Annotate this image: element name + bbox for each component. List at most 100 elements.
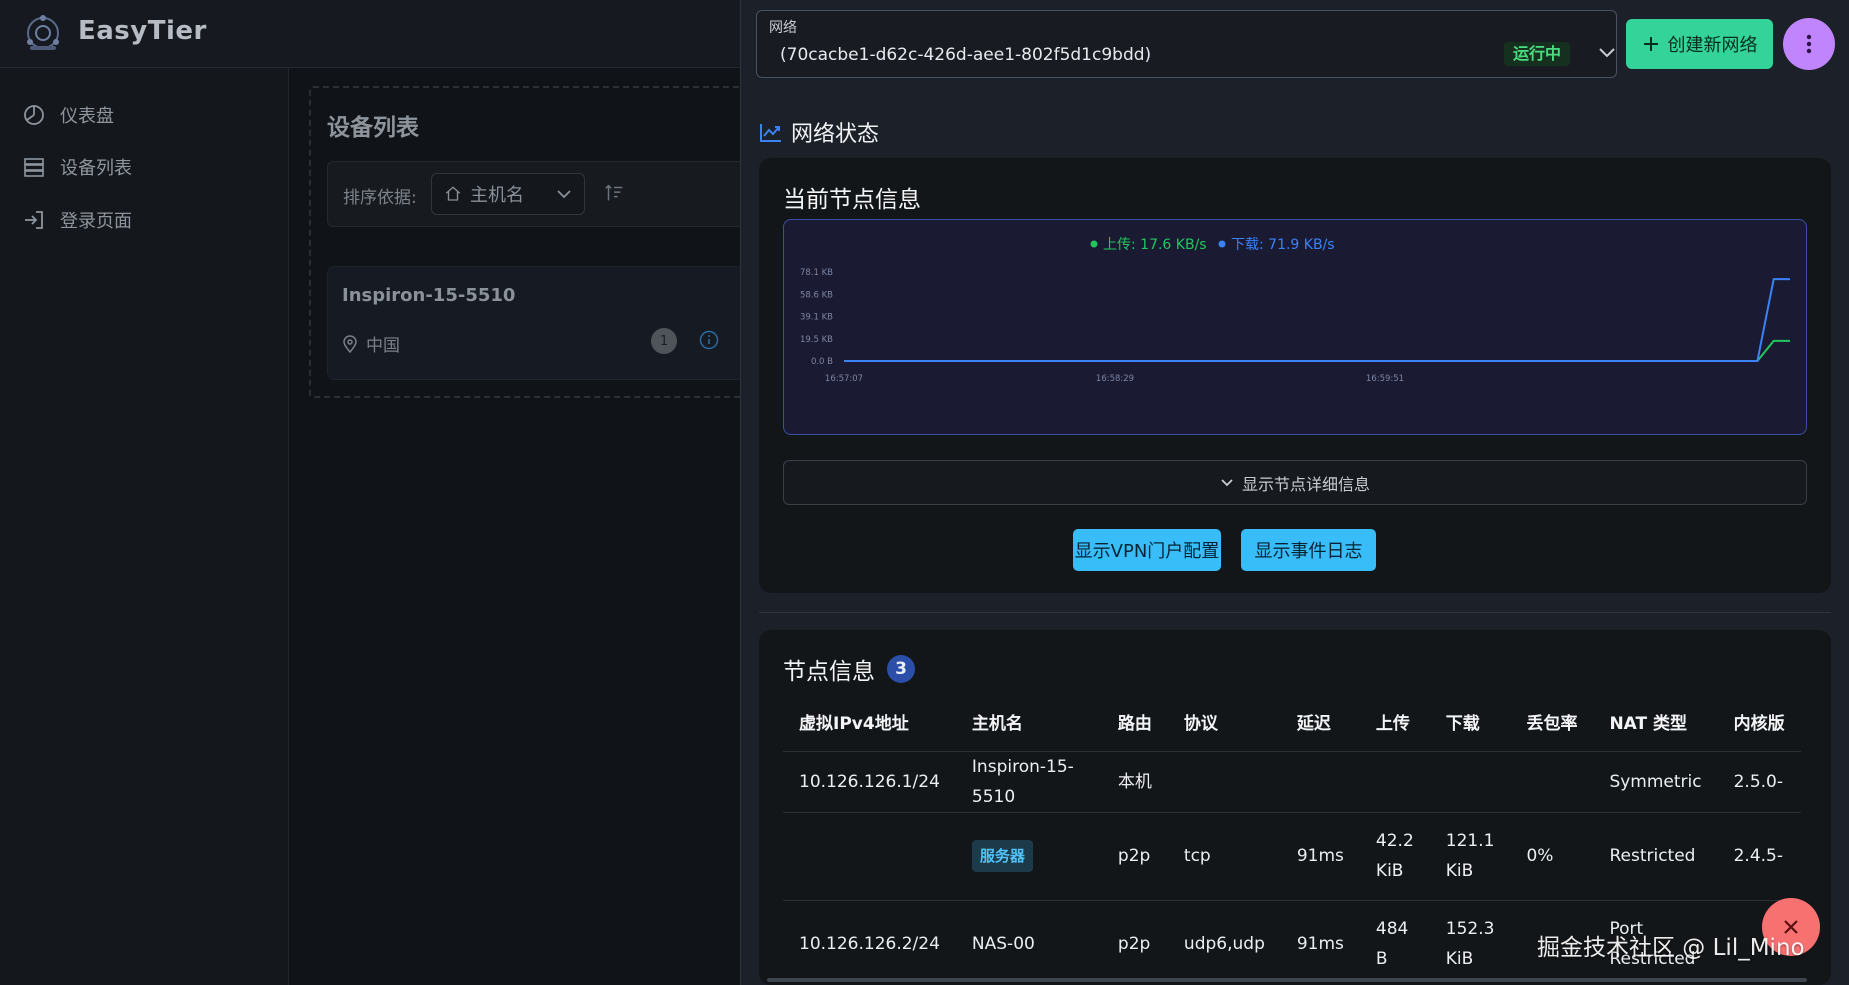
location-text: 中国 <box>366 336 400 356</box>
cell-download: 121.1 KiB <box>1429 812 1511 901</box>
cell-hostname: 服务器 <box>955 812 1102 901</box>
traffic-chart-svg: 上传: 17.6 KB/s 下载: 71.9 KB/s 78.1 KB 58.6 KB… <box>800 237 1790 384</box>
cell-upload <box>1359 751 1430 813</box>
more-menu-button[interactable] <box>1783 18 1835 70</box>
download-series-line <box>844 278 1790 362</box>
column-header[interactable]: 主机名 <box>955 693 1102 752</box>
sort-select[interactable]: 主机名 <box>431 173 585 215</box>
traffic-chart: 上传: 17.6 KB/s 下载: 71.9 KB/s 78.1 KB 58.6 KB… <box>783 219 1807 435</box>
create-network-button[interactable]: 创建新网络 <box>1626 19 1773 69</box>
divider <box>759 612 1831 613</box>
cell-download <box>1429 751 1511 813</box>
legend-label: 下载: 71.9 KB/s <box>1231 237 1335 253</box>
card-title: 节点信息 <box>783 659 875 685</box>
show-node-details-label: 显示节点详细信息 <box>1241 474 1370 494</box>
column-header[interactable]: 上传 <box>1359 693 1430 752</box>
column-header[interactable]: 下载 <box>1429 693 1511 752</box>
network-select-value: (70cacbe1-d62c-426d-aee1-802f5d1c9bdd) <box>780 45 1152 65</box>
sidebar-item-login[interactable]: 登录页面 <box>22 205 132 235</box>
table-header-row: 虚拟IPv4地址 主机名 路由 协议 延迟 上传 下载 丢包率 NAT 类型 内… <box>783 693 1801 752</box>
sidebar-item-label: 仪表盘 <box>60 106 114 127</box>
cell-ipv4: 10.126.126.1/24 <box>783 751 956 813</box>
sidebar-item-label: 设备列表 <box>60 158 132 179</box>
y-tick-label: 0.0 B <box>811 357 833 367</box>
cell-hostname: NAS-00 <box>955 900 1102 985</box>
cell-route: p2p <box>1101 900 1168 985</box>
horizontal-scrollbar[interactable] <box>767 978 1807 982</box>
chevron-down-icon <box>1221 478 1233 486</box>
device-card[interactable]: Inspiron-15-5510 中国 1 <box>327 266 747 380</box>
home-icon <box>445 186 461 201</box>
column-header[interactable]: 协议 <box>1167 693 1281 752</box>
column-header[interactable]: NAT 类型 <box>1593 693 1718 752</box>
column-header[interactable]: 路由 <box>1101 693 1168 752</box>
x-tick-label: 16:57:07 <box>825 374 863 384</box>
column-header[interactable]: 丢包率 <box>1510 693 1594 752</box>
easytier-logo <box>27 15 59 50</box>
sort-value: 主机名 <box>470 185 524 206</box>
location-pin-icon <box>343 334 357 353</box>
cell-ipv4 <box>783 812 956 901</box>
cell-loss-rate <box>1510 751 1594 813</box>
column-header[interactable]: 延迟 <box>1280 693 1360 752</box>
sort-toolbar: 排序依据: 主机名 <box>327 161 747 227</box>
page-title: 设备列表 <box>327 115 419 141</box>
cell-download: 152.3 KiB <box>1429 900 1511 985</box>
watermark: 掘金技术社区 @ Lil_Mino <box>1537 935 1805 961</box>
sidebar-item-dashboard[interactable]: 仪表盘 <box>22 100 114 130</box>
x-tick-label: 16:58:29 <box>1096 374 1134 384</box>
legend-label: 上传: 17.6 KB/s <box>1103 237 1207 253</box>
cell-protocol: udp6,udp <box>1167 900 1281 985</box>
card-title: 当前节点信息 <box>783 187 921 213</box>
app-header: EasyTier <box>0 0 740 68</box>
y-tick-label: 39.1 KB <box>800 313 833 323</box>
section-title-text: 网络状态 <box>791 122 880 147</box>
cell-version: 2.4.5- <box>1717 812 1801 901</box>
cell-ipv4: 10.126.126.2/24 <box>783 900 956 985</box>
device-location: 中国 <box>342 331 400 356</box>
table-row[interactable]: 服务器 p2p tcp 91ms 42.2 KiB 121.1 KiB 0% R… <box>783 812 1801 901</box>
legend-marker <box>1090 240 1098 248</box>
network-count-badge: 1 <box>651 328 677 354</box>
sort-order-icon[interactable] <box>603 182 625 204</box>
section-network-status: 网络状态 <box>759 116 879 148</box>
brand-name: EasyTier <box>78 16 207 46</box>
create-network-label: 创建新网络 <box>1667 35 1758 56</box>
trending-up-icon <box>760 124 781 142</box>
sidebar: 仪表盘 设备列表 登录页面 <box>0 68 289 985</box>
column-header[interactable]: 内核版 <box>1717 693 1801 752</box>
cell-upload: 484 B <box>1359 900 1430 985</box>
chevron-down-icon <box>557 190 571 199</box>
y-tick-label: 58.6 KB <box>800 290 833 300</box>
more-vertical-icon <box>1806 34 1812 54</box>
login-icon <box>25 211 43 229</box>
legend-marker <box>1218 240 1226 248</box>
cell-nat-type: Restricted <box>1593 812 1718 901</box>
cell-protocol <box>1167 751 1281 813</box>
show-node-details-button[interactable]: 显示节点详细信息 <box>783 460 1807 505</box>
screen: EasyTier 仪表盘 设备列表 登录页面 设备列表 排序依据: 主机名 In… <box>0 0 1849 985</box>
chevron-down-icon <box>1599 48 1615 58</box>
x-tick-label: 16:59:51 <box>1366 374 1404 384</box>
info-icon[interactable] <box>698 329 720 351</box>
cell-route: 本机 <box>1101 751 1168 813</box>
column-header[interactable]: 虚拟IPv4地址 <box>783 693 956 752</box>
cell-loss-rate: 0% <box>1510 812 1594 901</box>
cell-nat-type: Symmetric <box>1593 751 1718 813</box>
table-row[interactable]: 10.126.126.1/24 Inspiron-15-5510 本机 Symm… <box>783 751 1801 813</box>
peer-count-badge: 3 <box>887 655 915 683</box>
cell-upload: 42.2 KiB <box>1359 812 1430 901</box>
y-tick-label: 78.1 KB <box>800 268 833 278</box>
main-content: 设备列表 排序依据: 主机名 Inspiron-15-5510 中国 1 <box>289 68 749 985</box>
upload-series-line <box>844 339 1790 362</box>
network-drawer: 网络 (70cacbe1-d62c-426d-aee1-802f5d1c9bdd… <box>740 0 1849 985</box>
sort-label: 排序依据: <box>343 188 417 208</box>
plus-icon <box>1643 37 1658 51</box>
sidebar-item-devices[interactable]: 设备列表 <box>22 152 132 182</box>
show-vpn-portal-button[interactable]: 显示VPN门户配置 <box>1073 529 1221 571</box>
status-badge: 运行中 <box>1504 42 1571 66</box>
cell-latency <box>1280 751 1360 813</box>
network-select[interactable]: 网络 (70cacbe1-d62c-426d-aee1-802f5d1c9bdd… <box>756 10 1617 78</box>
network-select-label: 网络 <box>769 20 797 36</box>
show-event-log-button[interactable]: 显示事件日志 <box>1241 529 1376 571</box>
